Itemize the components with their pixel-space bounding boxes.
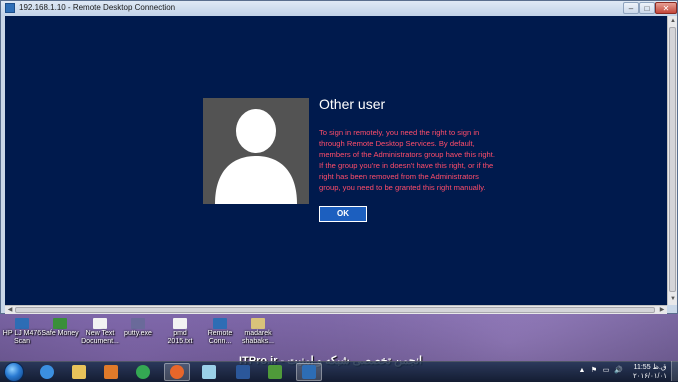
desktop-icon-label: Safe Money — [41, 330, 79, 337]
clock-date: ۲۰۱۶/۰۱/۰۱ — [633, 373, 667, 380]
taskbar-app-file-explorer[interactable] — [66, 363, 92, 381]
desktop-icon-label: putty.exe — [124, 330, 152, 337]
remote-desktop-icon — [5, 3, 15, 13]
notepad-icon — [202, 365, 216, 379]
start-button[interactable] — [4, 362, 24, 382]
clock[interactable]: 11:55 ق.ظ ۲۰۱۶/۰۱/۰۱ — [630, 363, 670, 381]
file-explorer-icon — [72, 365, 86, 379]
scroll-up-icon[interactable]: ▲ — [669, 17, 677, 26]
desktop-icon[interactable]: madarek shabaks... — [238, 318, 278, 346]
user-silhouette-icon — [215, 109, 297, 204]
user-avatar — [203, 98, 309, 204]
system-tray: ▲ ⚑ ▭ 🔊 — [572, 363, 632, 381]
scroll-left-icon[interactable]: ◀ — [6, 306, 14, 314]
desktop-icon[interactable]: Safe Money — [40, 318, 80, 338]
vertical-scrollbar[interactable]: ▲ ▼ — [667, 16, 677, 305]
desktop-file-icon — [53, 318, 67, 329]
taskbar-app-chrome[interactable] — [130, 363, 156, 381]
internet-explorer-icon — [40, 365, 54, 379]
taskbar-app-notepad[interactable] — [196, 363, 222, 381]
media-player-icon — [104, 365, 118, 379]
desktop-file-icon — [15, 318, 29, 329]
maximize-button[interactable]: □ — [639, 2, 655, 14]
desktop-file-icon — [213, 318, 227, 329]
desktop-icon-label: Remote Conn... — [207, 330, 233, 345]
desktop-icon-label: pmd 2015.txt — [167, 330, 193, 345]
flag-icon[interactable]: ⚑ — [590, 367, 598, 375]
excel-like-icon — [268, 365, 282, 379]
desktop-icon[interactable]: pmd 2015.txt — [160, 318, 200, 346]
minimize-button[interactable]: – — [623, 2, 639, 14]
dialog-message: To sign in remotely, you need the right … — [319, 128, 496, 192]
window-title: 192.168.1.10 - Remote Desktop Connection — [19, 3, 176, 12]
desktop-icon[interactable]: putty.exe — [118, 318, 158, 338]
network-icon[interactable]: ▭ — [602, 367, 610, 375]
taskbar-app-media-player[interactable] — [98, 363, 124, 381]
close-button[interactable]: ✕ — [655, 2, 677, 14]
desktop-icon[interactable]: HP LJ M476 Scan — [2, 318, 42, 346]
show-desktop-button[interactable] — [671, 361, 678, 381]
volume-icon[interactable]: 🔊 — [614, 367, 623, 375]
desktop-file-icon — [93, 318, 107, 329]
desktop-file-icon — [251, 318, 265, 329]
desktop-icon-label: madarek shabaks... — [242, 330, 274, 345]
taskbar-app-remote-desktop[interactable] — [296, 363, 322, 381]
title-bar[interactable]: 192.168.1.10 - Remote Desktop Connection… — [1, 1, 677, 16]
chrome-icon — [136, 365, 150, 379]
clock-time: 11:55 ق.ظ — [633, 364, 667, 371]
remote-desktop-icon — [302, 365, 316, 379]
dialog-title: Other user — [319, 96, 386, 112]
desktop-file-icon — [131, 318, 145, 329]
horizontal-scrollbar[interactable]: ◀ ▶ — [5, 305, 667, 314]
show-hidden-icons-icon[interactable]: ▲ — [578, 367, 586, 375]
ok-button[interactable]: OK — [319, 206, 367, 222]
word-icon — [236, 365, 250, 379]
taskbar-app-excel-like[interactable] — [262, 363, 288, 381]
scroll-right-icon[interactable]: ▶ — [658, 306, 666, 314]
desktop-icon[interactable]: New Text Document... — [80, 318, 120, 346]
taskbar-app-word[interactable] — [230, 363, 256, 381]
taskbar: ▲ ⚑ ▭ 🔊 11:55 ق.ظ ۲۰۱۶/۰۱/۰۱ — [0, 361, 678, 382]
desktop-icon-label: HP LJ M476 Scan — [2, 330, 42, 345]
taskbar-app-internet-explorer[interactable] — [34, 363, 60, 381]
desktop-icon[interactable]: Remote Conn... — [200, 318, 240, 346]
horizontal-scroll-thumb[interactable] — [15, 307, 655, 313]
desktop-icon-label: New Text Document... — [81, 330, 119, 345]
taskbar-app-firefox[interactable] — [164, 363, 190, 381]
desktop-file-icon — [173, 318, 187, 329]
vertical-scroll-thumb[interactable] — [669, 27, 676, 292]
scroll-down-icon[interactable]: ▼ — [669, 295, 677, 304]
firefox-icon — [170, 365, 184, 379]
